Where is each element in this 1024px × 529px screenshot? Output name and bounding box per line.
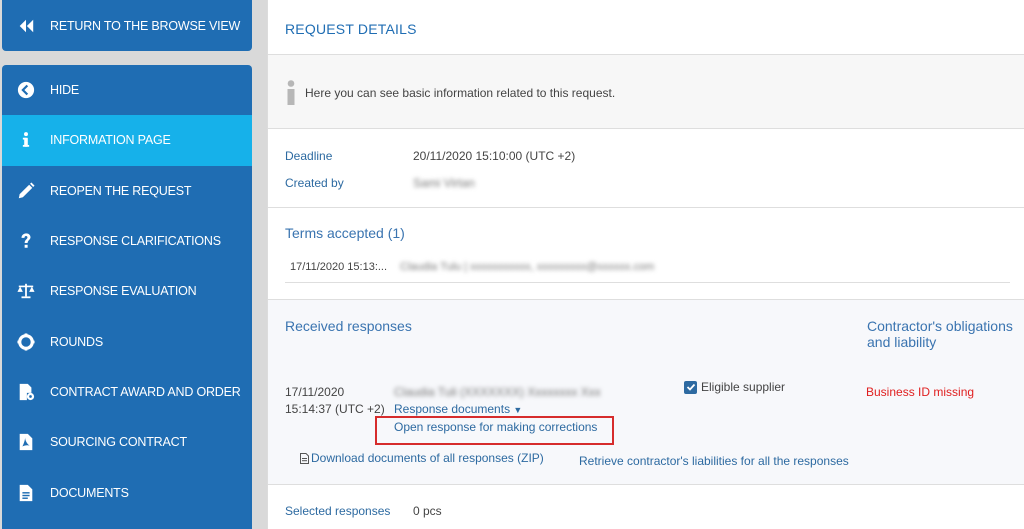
divider bbox=[285, 282, 1010, 283]
question-icon bbox=[2, 232, 50, 250]
sidebar-item-label: SOURCING CONTRACT bbox=[50, 435, 187, 450]
received-responses-title: Received responses bbox=[285, 318, 412, 334]
response-documents-label: Response documents bbox=[394, 402, 511, 416]
sidebar-item-label: HIDE bbox=[50, 83, 80, 98]
response-documents-link[interactable]: Response documents ▼ bbox=[394, 402, 522, 416]
sidebar-item-label: RESPONSE CLARIFICATIONS bbox=[50, 234, 221, 249]
chevron-left-circle-icon bbox=[2, 81, 50, 99]
checkbox-checked-icon[interactable] bbox=[684, 380, 697, 394]
life-ring-icon bbox=[2, 333, 50, 351]
eligible-supplier-label: Eligible supplier bbox=[701, 380, 786, 394]
created-by-label: Created by bbox=[285, 176, 344, 190]
divider bbox=[268, 484, 1024, 485]
page-title: REQUEST DETAILS bbox=[285, 21, 417, 37]
sidebar-item-label: REOPEN THE REQUEST bbox=[50, 183, 192, 198]
sidebar-item-label: DOCUMENTS bbox=[50, 485, 129, 500]
retrieve-liabilities-link[interactable]: Retrieve contractor's liabilities for al… bbox=[579, 454, 849, 468]
sidebar-nav: HIDE INFORMATION PAGE REOPEN THE REQUEST… bbox=[2, 65, 252, 529]
file-icon bbox=[300, 452, 309, 464]
sidebar-item-label: ROUNDS bbox=[50, 334, 103, 349]
divider bbox=[268, 207, 1024, 208]
business-id-missing: Business ID missing bbox=[866, 385, 975, 399]
sidebar-item-rounds[interactable]: ROUNDS bbox=[2, 316, 252, 366]
terms-entry-person: Claudia Tulu | xxxxxxxxxxx, xxxxxxxxx@xx… bbox=[400, 261, 655, 273]
selected-responses-value: 0 pcs bbox=[413, 504, 442, 518]
response-time: 15:14:37 (UTC +2) bbox=[285, 402, 385, 416]
terms-entry-date: 17/11/2020 15:13:... bbox=[290, 261, 388, 273]
return-label: RETURN TO THE BROWSE VIEW bbox=[50, 18, 241, 33]
deadline-label: Deadline bbox=[285, 149, 333, 163]
download-all-label: Download documents of all responses (ZIP… bbox=[311, 451, 544, 465]
double-chevron-left-icon bbox=[2, 17, 50, 35]
pencil-icon bbox=[2, 182, 50, 200]
sidebar-item-label: CONTRACT AWARD AND ORDER bbox=[50, 384, 241, 399]
sidebar-item-hide[interactable]: HIDE bbox=[2, 65, 252, 115]
download-all-link[interactable]: Download documents of all responses (ZIP… bbox=[300, 451, 544, 465]
request-details-panel: REQUEST DETAILS Here you can see basic i… bbox=[267, 0, 1024, 529]
info-icon bbox=[287, 80, 295, 105]
sidebar-item-response-clarifications[interactable]: RESPONSE CLARIFICATIONS bbox=[2, 216, 252, 266]
terms-accepted-title: Terms accepted (1) bbox=[285, 225, 405, 241]
sidebar-item-label: RESPONSE EVALUATION bbox=[50, 284, 197, 299]
pdf-document-icon bbox=[2, 433, 50, 451]
sidebar-item-label: INFORMATION PAGE bbox=[50, 133, 171, 148]
response-company: Claudia Tuli (XXXXXXX) Xxxxxxxx Xxx bbox=[394, 385, 601, 399]
selected-responses-label: Selected responses bbox=[285, 504, 391, 518]
info-text: Here you can see basic information relat… bbox=[305, 86, 616, 100]
sidebar-item-sourcing-contract[interactable]: SOURCING CONTRACT bbox=[2, 417, 252, 467]
return-to-browse-button[interactable]: RETURN TO THE BROWSE VIEW bbox=[2, 0, 252, 51]
sidebar-item-information-page[interactable]: INFORMATION PAGE bbox=[2, 115, 252, 166]
deadline-value: 20/11/2020 15:10:00 (UTC +2) bbox=[413, 149, 576, 163]
sidebar-item-contract-award-order[interactable]: CONTRACT AWARD AND ORDER bbox=[2, 367, 252, 417]
caret-down-icon: ▼ bbox=[513, 405, 523, 415]
sidebar-item-documents[interactable]: DOCUMENTS bbox=[2, 467, 252, 517]
divider bbox=[268, 128, 1024, 129]
scale-icon bbox=[2, 282, 50, 300]
sidebar-item-reopen-request[interactable]: REOPEN THE REQUEST bbox=[2, 166, 252, 216]
info-icon bbox=[2, 131, 50, 149]
document-icon bbox=[2, 484, 50, 502]
open-response-link[interactable]: Open response for making corrections bbox=[394, 420, 597, 434]
sidebar-item-response-evaluation[interactable]: RESPONSE EVALUATION bbox=[2, 266, 252, 316]
divider bbox=[268, 299, 1024, 300]
document-gear-icon bbox=[2, 383, 50, 401]
obligations-title: Contractor's obligations and liability bbox=[867, 318, 1013, 350]
response-date: 17/11/2020 bbox=[285, 385, 345, 399]
eligible-supplier[interactable]: Eligible supplier bbox=[684, 380, 785, 394]
created-by-value: Sami Virtan bbox=[413, 176, 475, 190]
